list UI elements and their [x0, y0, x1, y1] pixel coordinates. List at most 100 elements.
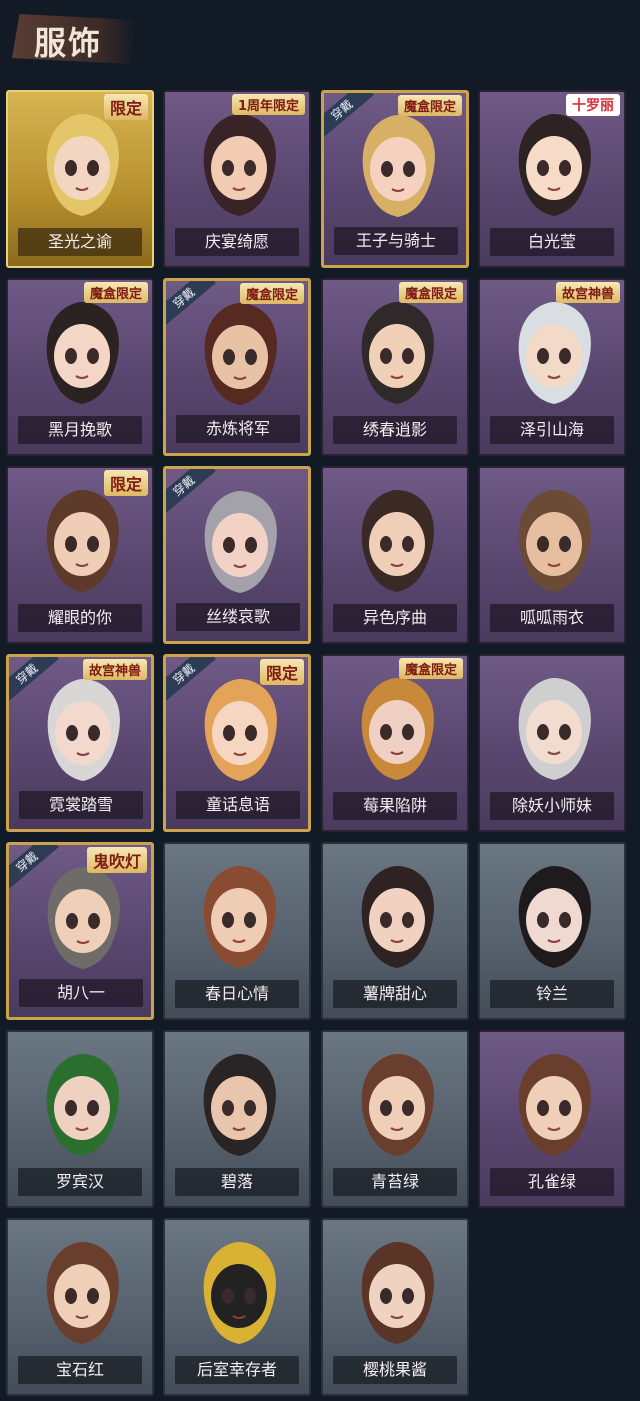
costume-name: 耀眼的你 [18, 604, 142, 632]
avatar [361, 678, 434, 780]
costume-portrait [30, 108, 134, 226]
avatar [362, 115, 435, 217]
costume-portrait [345, 860, 449, 978]
avatar [203, 1242, 276, 1344]
avatar [203, 866, 276, 968]
avatar [203, 1054, 276, 1156]
costume-card[interactable]: 限定 穿戴 童话息语 [163, 654, 311, 832]
costume-portrait [187, 860, 291, 978]
costume-card[interactable]: 孔雀绿 [478, 1030, 626, 1208]
avatar [46, 114, 119, 216]
costume-portrait [188, 485, 292, 603]
costume-card[interactable]: 碧落 [163, 1030, 311, 1208]
costume-portrait [30, 296, 134, 414]
costume-card[interactable]: 故宫神兽 穿戴 霓裳踏雪 [6, 654, 154, 832]
avatar [46, 1054, 119, 1156]
avatar [203, 114, 276, 216]
costume-card[interactable]: 罗宾汉 [6, 1030, 154, 1208]
costume-card[interactable]: 魔盒限定莓果陷阱 [321, 654, 469, 832]
avatar [361, 1054, 434, 1156]
avatar [361, 866, 434, 968]
costume-name: 泽引山海 [490, 416, 614, 444]
costume-portrait [30, 484, 134, 602]
costume-portrait [502, 860, 606, 978]
costume-portrait [187, 108, 291, 226]
avatar [204, 491, 277, 593]
limited-badge: 1周年限定 [231, 94, 305, 115]
costume-card[interactable]: 魔盒限定 穿戴 赤炼将军 [163, 278, 311, 456]
costume-card[interactable]: 限定圣光之谕 [6, 90, 154, 268]
costume-portrait [502, 108, 606, 226]
costume-card[interactable]: 除妖小师妹 [478, 654, 626, 832]
costume-card[interactable]: 铃兰 [478, 842, 626, 1020]
costume-name: 圣光之谕 [18, 228, 142, 256]
costume-portrait [345, 296, 449, 414]
costume-portrait [31, 673, 135, 791]
costume-card[interactable]: 异色序曲 [321, 466, 469, 644]
limited-badge: 魔盒限定 [398, 658, 463, 679]
costume-card[interactable]: 魔盒限定 绣春逍影 [321, 278, 469, 456]
costume-name: 呱呱雨衣 [490, 604, 614, 632]
limited-badge: 魔盒限定 [83, 282, 148, 303]
costume-card[interactable]: 后室幸存者 [163, 1218, 311, 1396]
costume-portrait [188, 673, 292, 791]
costume-card[interactable]: 薯牌甜心 [321, 842, 469, 1020]
limited-badge: 故宫神兽 [555, 282, 620, 303]
costume-name: 春日心情 [175, 980, 299, 1008]
costume-name: 后室幸存者 [175, 1356, 299, 1384]
costume-name: 除妖小师妹 [490, 792, 614, 820]
costume-name: 王子与骑士 [334, 227, 458, 255]
limited-badge: 限定 [103, 470, 148, 496]
costume-portrait [345, 484, 449, 602]
costume-name: 丝缕哀歌 [176, 603, 300, 631]
costume-name: 黑月挽歌 [18, 416, 142, 444]
costume-portrait [345, 1236, 449, 1354]
costume-name: 宝石红 [18, 1356, 142, 1384]
limited-badge: 限定 [103, 94, 148, 120]
avatar [46, 302, 119, 404]
costume-name: 童话息语 [176, 791, 300, 819]
costume-name: 铃兰 [490, 980, 614, 1008]
costume-card[interactable]: 十罗丽白光莹 [478, 90, 626, 268]
costume-card[interactable]: 魔盒限定黑月挽歌 [6, 278, 154, 456]
header: 服饰 [0, 0, 640, 86]
limited-badge: 十罗丽 [566, 94, 620, 116]
costume-portrait [187, 1048, 291, 1166]
avatar [361, 1242, 434, 1344]
costume-name: 孔雀绿 [490, 1168, 614, 1196]
costume-name: 白光莹 [490, 228, 614, 256]
costume-portrait [502, 672, 606, 790]
costume-card[interactable]: 鬼吹灯 穿戴 胡八一 [6, 842, 154, 1020]
costume-name: 樱桃果酱 [333, 1356, 457, 1384]
avatar [361, 490, 434, 592]
costume-portrait [502, 484, 606, 602]
avatar [361, 302, 434, 404]
limited-badge: 魔盒限定 [239, 283, 304, 304]
costume-name: 庆宴绮愿 [175, 228, 299, 256]
costume-card[interactable]: 故宫神兽泽引山海 [478, 278, 626, 456]
costume-name: 胡八一 [19, 979, 143, 1007]
costume-card[interactable]: 呱呱雨衣 [478, 466, 626, 644]
costume-card[interactable]: 青苔绿 [321, 1030, 469, 1208]
limited-badge: 限定 [259, 659, 304, 685]
costume-card[interactable]: 魔盒限定 穿戴 王子与骑士 [321, 90, 469, 268]
costume-name: 罗宾汉 [18, 1168, 142, 1196]
costume-card[interactable]: 春日心情 [163, 842, 311, 1020]
costume-portrait [188, 297, 292, 415]
costume-card[interactable]: 限定耀眼的你 [6, 466, 154, 644]
costume-portrait [345, 672, 449, 790]
costume-card[interactable]: 樱桃果酱 [321, 1218, 469, 1396]
page-title: 服饰 [34, 24, 103, 62]
avatar [47, 679, 120, 781]
avatar [518, 678, 591, 780]
costume-portrait [502, 296, 606, 414]
limited-badge: 魔盒限定 [398, 282, 463, 303]
costume-card[interactable]: 1周年限定庆宴绮愿 [163, 90, 311, 268]
avatar [518, 302, 591, 404]
costume-name: 莓果陷阱 [333, 792, 457, 820]
costume-name: 异色序曲 [333, 604, 457, 632]
avatar [518, 114, 591, 216]
costume-card[interactable]: 穿戴 丝缕哀歌 [163, 466, 311, 644]
costume-name: 薯牌甜心 [333, 980, 457, 1008]
costume-card[interactable]: 宝石红 [6, 1218, 154, 1396]
